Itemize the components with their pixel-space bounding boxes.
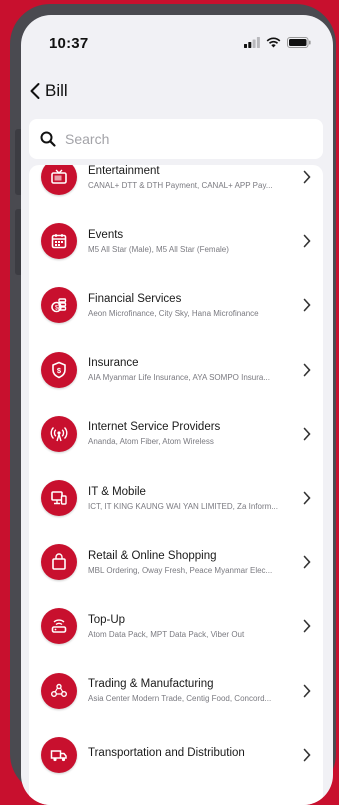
list-item-internet-service-providers[interactable]: Internet Service Providers Ananda, Atom …: [29, 402, 323, 466]
category-name: Trading & Manufacturing: [88, 678, 214, 691]
category-name: Insurance: [88, 357, 139, 370]
nav-header: Bill: [21, 75, 333, 115]
list-item-entertainment[interactable]: Entertainment CANAL+ DTT & DTH Payment, …: [29, 165, 323, 209]
list-item-it-mobile[interactable]: IT & Mobile ICT, IT KING KAUNG WAI YAN L…: [29, 466, 323, 530]
chevron-right-icon: [303, 748, 311, 762]
page-title: Bill: [45, 81, 68, 100]
category-desc: Atom Data Pack, MPT Data Pack, Viber Out: [88, 629, 245, 639]
category-desc: MBL Ordering, Oway Fresh, Peace Myanmar …: [88, 565, 273, 575]
category-name: Internet Service Providers: [88, 421, 221, 434]
battery-icon: [287, 37, 311, 48]
category-desc: AIA Myanmar Life Insurance, AYA SOMPO In…: [88, 373, 271, 383]
screen: 10:37 Bill Search Entertainment CANAL+ D…: [21, 15, 333, 805]
chevron-right-icon: [303, 491, 311, 505]
category-desc: CANAL+ DTT & DTH Payment, CANAL+ APP Pay…: [88, 180, 273, 190]
calendar-icon: [41, 223, 77, 260]
list-item-transportation-distribution[interactable]: Transportation and Distribution: [29, 723, 323, 787]
chevron-left-icon: [30, 83, 40, 99]
devices-icon: [41, 480, 77, 517]
antenna-icon: [41, 415, 77, 452]
list-item-insurance[interactable]: $ Insurance AIA Myanmar Life Insurance, …: [29, 338, 323, 402]
category-desc: ICT, IT KING KAUNG WAI YAN LIMITED, Za I…: [88, 501, 278, 511]
category-desc: Aeon Microfinance, City Sky, Hana Microf…: [88, 308, 259, 318]
chevron-right-icon: [303, 684, 311, 697]
router-icon: [41, 608, 77, 645]
category-name: Events: [88, 228, 124, 241]
chevron-right-icon: [303, 170, 311, 184]
people-network-icon: [41, 672, 77, 709]
list-item-financial-services[interactable]: $ Financial Services Aeon Microfinance, …: [29, 273, 323, 337]
status-time: 10:37: [49, 35, 89, 52]
category-name: Top-Up: [88, 613, 126, 626]
coins-icon: $: [41, 287, 77, 324]
search-bar[interactable]: [29, 119, 323, 159]
shopping-bag-icon: [41, 544, 77, 581]
search-input[interactable]: [63, 130, 297, 148]
list-item-retail-online-shopping[interactable]: Retail & Online Shopping MBL Ordering, O…: [29, 530, 323, 594]
category-name: IT & Mobile: [88, 485, 146, 498]
list-item-top-up[interactable]: Top-Up Atom Data Pack, MPT Data Pack, Vi…: [29, 594, 323, 658]
search-icon: [40, 131, 56, 147]
chevron-right-icon: [303, 620, 311, 633]
chevron-right-icon: [303, 234, 311, 248]
shield-dollar-icon: $: [41, 351, 77, 388]
category-name: Retail & Online Shopping: [88, 549, 217, 562]
wifi-icon: [266, 37, 281, 48]
list-item-events[interactable]: Events M5 All Star (Male), M5 All Star (…: [29, 209, 323, 273]
chevron-right-icon: [303, 363, 311, 376]
category-desc: Asia Center Modern Trade, Centig Food, C…: [88, 694, 272, 704]
tv-icon: [41, 165, 77, 196]
system-icons: [244, 37, 311, 48]
status-bar: 10:37: [21, 15, 333, 65]
category-desc: Ananda, Atom Fiber, Atom Wireless: [88, 437, 214, 447]
truck-icon: [41, 736, 77, 773]
chevron-right-icon: [303, 299, 311, 312]
list-item-trading-manufacturing[interactable]: Trading & Manufacturing Asia Center Mode…: [29, 659, 323, 723]
signal-icon: [244, 37, 260, 48]
chevron-right-icon: [303, 427, 311, 441]
category-name: Transportation and Distribution: [88, 746, 245, 759]
chevron-right-icon: [303, 555, 311, 569]
back-button[interactable]: Bill: [29, 81, 68, 101]
category-desc: M5 All Star (Male), M5 All Star (Female): [88, 244, 229, 254]
category-name: Financial Services: [88, 292, 182, 305]
category-name: Entertainment: [88, 165, 160, 177]
category-list: Entertainment CANAL+ DTT & DTH Payment, …: [29, 165, 323, 805]
svg-text:$: $: [57, 366, 62, 375]
